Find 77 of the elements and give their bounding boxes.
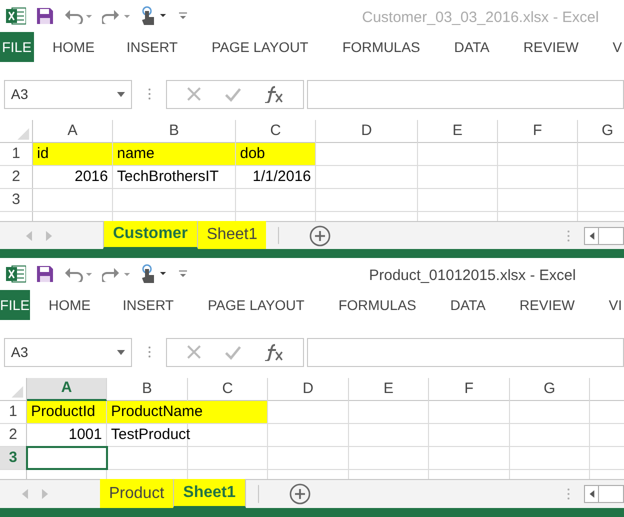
table-cell: 1/1/2016: [236, 166, 316, 188]
touch-pointer-icon[interactable]: [140, 264, 168, 284]
ribbon-tab[interactable]: INSERT: [124, 32, 180, 62]
table-cell: ProductId: [27, 401, 107, 423]
table-cell: 2016: [33, 166, 113, 188]
file-tab[interactable]: FILE: [0, 32, 34, 62]
horizontal-scrollbar[interactable]: [584, 226, 624, 244]
redo-icon[interactable]: [102, 8, 130, 24]
row-header[interactable]: 2: [0, 166, 33, 188]
table-cell: ProductName: [107, 401, 268, 423]
ribbon-tab[interactable]: FORMULAS: [336, 290, 418, 320]
ribbon-tab[interactable]: REVIEW: [521, 32, 581, 62]
add-sheet-icon[interactable]: [288, 483, 311, 505]
table-cell: id: [33, 143, 113, 165]
add-sheet-icon[interactable]: [309, 224, 332, 246]
row-header[interactable]: 3: [0, 447, 27, 469]
excel-logo-icon: [6, 6, 26, 26]
ribbon-tab[interactable]: HOME: [50, 32, 97, 62]
ribbon-tab[interactable]: DATA: [448, 290, 488, 320]
table-cell: name: [113, 143, 236, 165]
ribbon-tab[interactable]: V: [610, 32, 624, 62]
name-box[interactable]: A3: [4, 80, 132, 108]
customize-caret-icon[interactable]: [178, 11, 188, 21]
file-tab[interactable]: FILE: [0, 290, 30, 320]
dropdown-caret-icon: [117, 350, 125, 354]
checkmark-icon[interactable]: [224, 86, 242, 102]
column-header[interactable]: E: [349, 378, 429, 401]
row-header[interactable]: 3: [0, 189, 33, 211]
window-title: Customer_03_03_2016.xlsx - Excel: [362, 8, 599, 28]
ribbon-tab[interactable]: DATA: [452, 32, 492, 62]
formula-input[interactable]: [307, 80, 624, 108]
ribbon-tab[interactable]: FORMULAS: [340, 32, 422, 62]
ribbon-tab[interactable]: REVIEW: [518, 290, 577, 320]
sheet-tab[interactable]: Sheet1: [198, 221, 266, 249]
cancel-icon[interactable]: [186, 344, 202, 360]
undo-icon[interactable]: [64, 8, 92, 24]
checkmark-icon[interactable]: [224, 344, 242, 360]
sheet-tab[interactable]: Product: [100, 479, 174, 508]
excel-logo-icon: [6, 264, 26, 284]
column-header[interactable]: D: [316, 120, 418, 143]
table-cell: dob: [236, 143, 316, 165]
sheet-tab[interactable]: Sheet1: [173, 479, 246, 508]
save-icon[interactable]: [36, 7, 54, 25]
horizontal-scrollbar[interactable]: [584, 485, 624, 503]
ribbon-tab[interactable]: PAGE LAYOUT: [206, 290, 306, 320]
name-box[interactable]: A3: [4, 338, 132, 366]
undo-icon[interactable]: [64, 266, 92, 282]
column-header[interactable]: D: [268, 378, 349, 401]
grip-dots-icon: [567, 230, 570, 242]
dropdown-caret-icon: [117, 92, 125, 96]
column-header[interactable]: F: [429, 378, 510, 401]
sheet-tab[interactable]: Customer: [103, 221, 198, 249]
table-cell: TechBrothersIT: [113, 166, 236, 188]
grip-dots-icon: [148, 88, 151, 100]
window-title: Product_01012015.xlsx - Excel: [369, 266, 576, 286]
grip-dots-icon: [148, 346, 151, 358]
customize-caret-icon[interactable]: [178, 269, 188, 279]
ribbon-tab[interactable]: PAGE LAYOUT: [210, 32, 310, 62]
table-cell: TestProduct: [107, 424, 188, 446]
touch-pointer-icon[interactable]: [140, 6, 168, 26]
grip-dots-icon: [567, 488, 570, 500]
ribbon-tab[interactable]: INSERT: [120, 290, 176, 320]
table-cell: 1001: [27, 424, 107, 446]
save-icon[interactable]: [36, 265, 54, 283]
insert-function-icon[interactable]: [264, 343, 284, 361]
cancel-icon[interactable]: [186, 86, 202, 102]
formula-input[interactable]: [307, 338, 624, 366]
insert-function-icon[interactable]: [264, 85, 284, 103]
column-header[interactable]: E: [418, 120, 498, 143]
column-header[interactable]: G: [578, 120, 624, 143]
row-header[interactable]: 2: [0, 424, 27, 446]
column-header[interactable]: G: [510, 378, 590, 401]
column-header[interactable]: F: [498, 120, 578, 143]
ribbon-tab[interactable]: HOME: [46, 290, 93, 320]
redo-icon[interactable]: [102, 266, 130, 282]
column-header[interactable]: A: [27, 378, 107, 401]
ribbon-tab[interactable]: VI: [606, 290, 624, 320]
